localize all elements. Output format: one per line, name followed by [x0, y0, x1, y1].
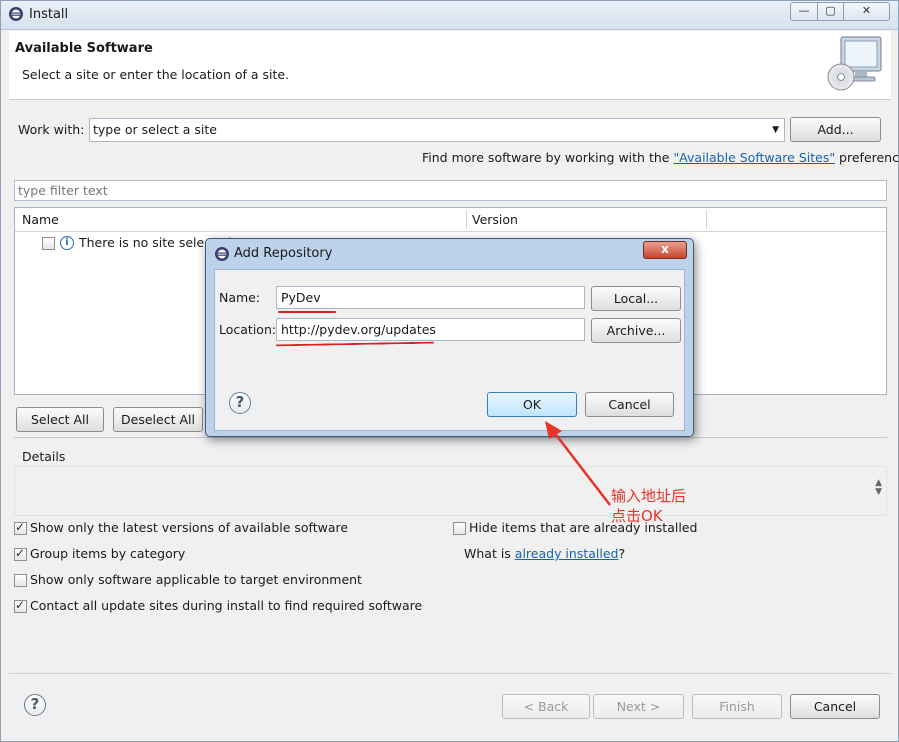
- maximize-icon: ▢: [825, 4, 836, 17]
- already-installed-text: What is already installed?: [464, 546, 626, 561]
- add-site-button[interactable]: Add...: [790, 117, 881, 142]
- back-button[interactable]: < Back: [502, 694, 590, 719]
- dialog-body: Name: PyDev Local... Location: http://py…: [214, 269, 685, 431]
- chevron-down-icon[interactable]: ▼: [772, 119, 779, 141]
- help-icon[interactable]: ?: [229, 392, 251, 414]
- work-with-label: Work with:: [18, 122, 85, 137]
- location-input[interactable]: http://pydev.org/updates: [276, 318, 585, 341]
- available-software-sites-link[interactable]: "Available Software Sites": [673, 150, 835, 165]
- dialog-cancel-button[interactable]: Cancel: [585, 392, 674, 417]
- eclipse-icon: [9, 7, 23, 21]
- cancel-button[interactable]: Cancel: [790, 694, 880, 719]
- details-label: Details: [22, 449, 66, 464]
- name-label: Name:: [219, 290, 261, 305]
- select-all-button[interactable]: Select All: [16, 407, 104, 432]
- name-input[interactable]: PyDev: [276, 286, 585, 309]
- close-icon: ✕: [861, 4, 872, 17]
- wizard-header: Available Software Select a site or ente…: [9, 31, 891, 100]
- page-title: Available Software: [15, 41, 153, 56]
- work-with-combo[interactable]: type or select a site ▼: [89, 118, 785, 142]
- latest-versions-checkbox[interactable]: [14, 520, 27, 535]
- dialog-title: Add Repository: [234, 246, 333, 261]
- arrow-annotation: [545, 421, 611, 506]
- target-environment-checkbox[interactable]: [14, 574, 27, 587]
- info-icon: i: [60, 236, 74, 250]
- column-version[interactable]: Version: [472, 212, 518, 227]
- column-name[interactable]: Name: [22, 212, 59, 227]
- work-with-value: type or select a site: [93, 122, 217, 137]
- eclipse-icon: [215, 247, 229, 261]
- minimize-button[interactable]: —: [790, 2, 818, 21]
- minimize-icon: —: [798, 4, 810, 17]
- details-section: Details ▲ ▼: [14, 437, 887, 516]
- finish-button[interactable]: Finish: [692, 694, 782, 719]
- location-label: Location:: [219, 322, 277, 337]
- details-text: ▲ ▼: [14, 466, 887, 516]
- ok-button[interactable]: OK: [487, 392, 577, 417]
- help-icon[interactable]: ?: [24, 694, 46, 716]
- group-by-category-label: Group items by category: [30, 546, 186, 561]
- monitor-cd-icon: [827, 36, 882, 91]
- contact-update-sites-checkbox[interactable]: [14, 598, 27, 613]
- local-button[interactable]: Local...: [591, 286, 681, 311]
- close-button[interactable]: ✕: [843, 2, 890, 21]
- underline-annotation: [278, 311, 336, 313]
- column-divider[interactable]: [706, 210, 707, 229]
- annotation-text: 输入地址后 点击OK: [611, 487, 687, 525]
- page-subtitle: Select a site or enter the location of a…: [22, 67, 290, 82]
- column-divider[interactable]: [466, 210, 467, 229]
- table-header: Name Version: [15, 208, 886, 232]
- already-installed-link[interactable]: already installed: [515, 546, 619, 561]
- deselect-all-button[interactable]: Deselect All: [113, 407, 203, 432]
- latest-versions-label: Show only the latest versions of availab…: [30, 520, 349, 535]
- row-checkbox[interactable]: [42, 237, 55, 250]
- title-bar: Install — ▢ ✕: [1, 1, 898, 30]
- scroll-arrows-icon[interactable]: ▲ ▼: [875, 479, 882, 497]
- available-sites-hint: Find more software by working with the "…: [422, 150, 899, 165]
- maximize-button[interactable]: ▢: [817, 2, 844, 21]
- close-icon: x: [661, 242, 669, 256]
- contact-update-sites-label: Contact all update sites during install …: [30, 598, 423, 613]
- target-environment-label: Show only software applicable to target …: [30, 572, 362, 587]
- group-by-category-checkbox[interactable]: [14, 546, 27, 561]
- add-repository-dialog: Add Repository x Name: PyDev Local... Lo…: [205, 238, 694, 437]
- dialog-close-button[interactable]: x: [643, 241, 687, 259]
- hide-installed-checkbox[interactable]: [453, 522, 466, 535]
- filter-input[interactable]: type filter text: [14, 180, 887, 201]
- window-title: Install: [29, 7, 69, 22]
- footer-divider: [9, 673, 891, 674]
- next-button[interactable]: Next >: [593, 694, 684, 719]
- archive-button[interactable]: Archive...: [591, 318, 681, 343]
